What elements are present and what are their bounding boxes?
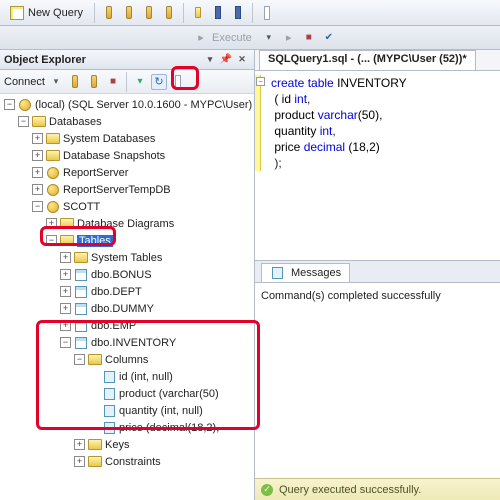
dummy-table-node[interactable]: +dbo.DUMMY — [2, 300, 254, 317]
folder-icon — [46, 132, 60, 146]
details-icon[interactable] — [170, 74, 186, 90]
scott-node[interactable]: −SCOTT — [2, 198, 254, 215]
dmx-query-icon[interactable] — [141, 5, 157, 21]
stop-icon[interactable] — [105, 74, 121, 90]
main-area: Object Explorer Connect −(local) (SQL Se… — [0, 50, 500, 500]
table-icon — [74, 319, 88, 333]
separator — [183, 3, 184, 23]
explorer-toolbar: Connect — [0, 70, 254, 94]
system-tables-node[interactable]: +System Tables — [2, 249, 254, 266]
system-databases-node[interactable]: +System Databases — [2, 130, 254, 147]
object-explorer-title: Object Explorer — [4, 54, 86, 66]
messages-tab[interactable]: Messages — [261, 263, 350, 282]
reportservertemp-node[interactable]: +ReportServerTempDB — [2, 181, 254, 198]
messages-tab-row: Messages — [255, 260, 500, 282]
folder-icon — [32, 115, 46, 129]
execute-icon — [193, 30, 209, 46]
columns-folder-node[interactable]: −Columns — [2, 351, 254, 368]
messages-text: Command(s) completed successfully — [261, 290, 441, 302]
object-tree[interactable]: −(local) (SQL Server 10.0.1600 - MYPC\Us… — [0, 94, 254, 500]
separator — [126, 72, 127, 92]
execute-dropdown-icon[interactable] — [261, 30, 277, 46]
tables-node[interactable]: −Tables — [2, 232, 254, 249]
database-icon — [46, 200, 60, 214]
keys-folder-node[interactable]: +Keys — [2, 436, 254, 453]
filter-icon[interactable] — [132, 74, 148, 90]
refresh-icon[interactable] — [151, 74, 167, 90]
object-explorer-header: Object Explorer — [0, 50, 254, 70]
folder-icon — [88, 353, 102, 367]
collapse-icon[interactable]: − — [256, 77, 265, 86]
column-icon — [102, 370, 116, 384]
table-icon — [74, 285, 88, 299]
column-product-node[interactable]: product (varchar(50) — [2, 385, 254, 402]
connect-icon[interactable] — [67, 74, 83, 90]
column-icon — [102, 387, 116, 401]
folder-icon — [60, 217, 74, 231]
execute-label: Execute — [212, 32, 252, 44]
sql-editor[interactable]: − create table INVENTORY ( id int, produ… — [255, 70, 500, 260]
connect-dropdown-icon[interactable] — [48, 74, 64, 90]
status-bar: ✓ Query executed successfully. — [255, 478, 500, 500]
messages-icon — [270, 266, 284, 280]
cancel-query-icon[interactable] — [301, 30, 317, 46]
constraints-folder-node[interactable]: +Constraints — [2, 453, 254, 470]
open-file-icon[interactable] — [190, 5, 206, 21]
new-query-button[interactable]: New Query — [4, 2, 88, 24]
execute-button[interactable]: Execute — [188, 27, 257, 49]
messages-pane[interactable]: Command(s) completed successfully — [255, 282, 500, 478]
bonus-table-node[interactable]: +dbo.BONUS — [2, 266, 254, 283]
table-icon — [74, 302, 88, 316]
column-id-node[interactable]: id (int, null) — [2, 368, 254, 385]
column-price-node[interactable]: price (decimal(18,2), — [2, 419, 254, 436]
object-explorer-panel: Object Explorer Connect −(local) (SQL Se… — [0, 50, 255, 500]
parse-icon[interactable] — [321, 30, 337, 46]
server-icon — [18, 98, 32, 112]
databases-node[interactable]: −Databases — [2, 113, 254, 130]
reportserver-node[interactable]: +ReportServer — [2, 164, 254, 181]
editor-tab-row: SQLQuery1.sql - (... (MYPC\User (52))* — [255, 50, 500, 70]
mdx-query-icon[interactable] — [121, 5, 137, 21]
debug-icon[interactable] — [281, 30, 297, 46]
snapshots-node[interactable]: +Database Snapshots — [2, 147, 254, 164]
change-marker — [255, 75, 261, 171]
editor-area: SQLQuery1.sql - (... (MYPC\User (52))* −… — [255, 50, 500, 500]
disconnect-icon[interactable] — [86, 74, 102, 90]
editor-tab-active[interactable]: SQLQuery1.sql - (... (MYPC\User (52))* — [259, 50, 476, 70]
window-position-icon[interactable] — [202, 52, 218, 68]
close-panel-icon[interactable] — [234, 52, 250, 68]
column-quantity-node[interactable]: quantity (int, null) — [2, 402, 254, 419]
server-node[interactable]: −(local) (SQL Server 10.0.1600 - MYPC\Us… — [2, 96, 254, 113]
status-text: Query executed successfully. — [279, 484, 421, 496]
sql-toolbar: Execute — [0, 26, 500, 50]
success-icon: ✓ — [261, 484, 273, 496]
table-icon — [74, 336, 88, 350]
folder-icon — [88, 438, 102, 452]
separator — [252, 3, 253, 23]
emp-table-node[interactable]: +dbo.EMP — [2, 317, 254, 334]
activity-monitor-icon[interactable] — [259, 5, 275, 21]
column-icon — [102, 421, 116, 435]
folder-icon — [46, 149, 60, 163]
xmla-query-icon[interactable] — [161, 5, 177, 21]
connect-label[interactable]: Connect — [4, 76, 45, 88]
database-icon — [46, 166, 60, 180]
save-icon[interactable] — [210, 5, 226, 21]
new-query-icon — [9, 5, 25, 21]
table-icon — [74, 268, 88, 282]
folder-icon — [60, 234, 74, 248]
save-all-icon[interactable] — [230, 5, 246, 21]
folder-icon — [74, 251, 88, 265]
db-engine-query-icon[interactable] — [101, 5, 117, 21]
new-query-label: New Query — [28, 7, 83, 19]
diagrams-node[interactable]: +Database Diagrams — [2, 215, 254, 232]
inventory-table-node[interactable]: −dbo.INVENTORY — [2, 334, 254, 351]
pin-icon[interactable] — [218, 52, 234, 68]
dept-table-node[interactable]: +dbo.DEPT — [2, 283, 254, 300]
database-icon — [46, 183, 60, 197]
folder-icon — [88, 455, 102, 469]
main-toolbar: New Query — [0, 0, 500, 26]
column-icon — [102, 404, 116, 418]
separator — [94, 3, 95, 23]
